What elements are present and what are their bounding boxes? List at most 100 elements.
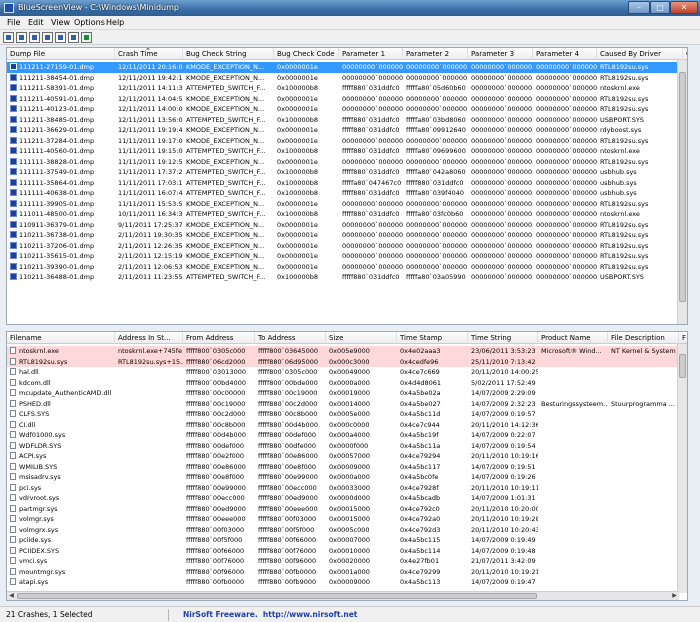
module-row[interactable]: ACPI.sys fffff880`00e2f000 fffff880`00e860… [7, 451, 687, 462]
modules-column-header[interactable]: F [679, 332, 687, 344]
module-row[interactable]: msisadrv.sys fffff880`00e8f000 fffff880`00… [7, 472, 687, 483]
crash-list-scrollbar[interactable] [677, 60, 687, 324]
title-bar[interactable]: BlueScreenView - C:\Windows\Minidump – □… [0, 0, 700, 16]
crashes-column-header[interactable]: Caused By Driver [597, 48, 683, 60]
scroll-right-icon[interactable]: ▶ [670, 592, 679, 600]
crash-row[interactable]: 111211-37284-01.dmp 11/11/2011 19:17:07 KM… [7, 136, 687, 147]
crash-row[interactable]: 111111-38828-01.dmp 11/11/2011 19:12:59 KM… [7, 157, 687, 168]
cell-text: 00000000`000000... [342, 199, 403, 208]
crash-row[interactable]: 111211-36629-01.dmp 12/11/2011 19:19:48 KM… [7, 125, 687, 136]
crash-row[interactable]: 111111-39905-01.dmp 11/11/2011 15:53:53 KM… [7, 199, 687, 210]
crash-row[interactable]: 111211-38485-01.dmp 12/11/2011 13:56:09 AT… [7, 115, 687, 126]
crash-cell: RTL8192su.sys [597, 262, 683, 273]
modules-column-header[interactable]: From Address [183, 332, 255, 344]
module-row[interactable]: CI.dll fffff880`00c8b000 fffff880`00d4b000… [7, 420, 687, 431]
crash-row[interactable]: 111111-40638-01.dmp 11/11/2011 16:07:40 AT… [7, 188, 687, 199]
crash-row[interactable]: 110211-37206-01.dmp 2/11/2011 12:26:35 KMO… [7, 241, 687, 252]
crash-row[interactable]: 111111-40560-01.dmp 11/11/2011 19:15:04 AT… [7, 146, 687, 157]
module-row[interactable]: pci.sys fffff880`00e99000 fffff880`00ecc00… [7, 483, 687, 494]
module-row[interactable]: mountmgr.sys fffff880`00f96000 fffff880`00… [7, 567, 687, 578]
module-row[interactable]: WMILIB.SYS fffff880`00e86000 fffff880`00e8… [7, 462, 687, 473]
module-row[interactable]: WDFLDR.SYS fffff880`00def000 fffff880`00df… [7, 441, 687, 452]
module-list[interactable]: Filename Address In St... From Address To A… [6, 331, 688, 601]
crash-row[interactable]: 111011-48500-01.dmp 10/11/2011 16:34:37 AT… [7, 209, 687, 220]
module-list-vscroll-thumb[interactable] [679, 354, 686, 378]
copy-icon[interactable] [42, 32, 53, 43]
crashes-column-header[interactable]: Parameter 3 [468, 48, 533, 60]
crash-list[interactable]: Dump File Crash Time ▲ Bug Check String Bug … [6, 47, 688, 325]
menu-edit[interactable]: Edit [28, 18, 44, 28]
nirsoft-link[interactable]: NirSoft Freeware. http://www.nirsoft.net [183, 610, 357, 620]
module-row[interactable]: CLFS.SYS fffff880`00c2d000 fffff880`00c8b0… [7, 409, 687, 420]
crashes-column-header[interactable]: Bug Check Code [274, 48, 339, 60]
module-row[interactable]: vmci.sys fffff880`00f76000 fffff880`00f960… [7, 556, 687, 567]
module-list-hscroll-thumb[interactable] [17, 593, 537, 599]
module-row[interactable]: PSHED.dll fffff880`00c19000 fffff880`00c2d… [7, 399, 687, 410]
module-row[interactable]: Wdf01000.sys fffff880`00d4b000 fffff880`00… [7, 430, 687, 441]
maximize-button[interactable]: □ [650, 1, 670, 14]
module-row[interactable]: partmgr.sys fffff880`00ed9000 fffff880`00e… [7, 504, 687, 515]
close-button[interactable]: ✕ [670, 1, 698, 14]
module-row[interactable]: vdrvroot.sys fffff880`00ecc000 fffff880`00… [7, 493, 687, 504]
module-row[interactable]: kdcom.dll fffff800`00bd4000 fffff800`00bde… [7, 378, 687, 389]
module-cell: 14/07/2009 0:19:49 [468, 535, 538, 546]
module-row[interactable]: RTL8192su.sys RTL8192su.sys+15... fffff880… [7, 356, 687, 368]
refresh-icon[interactable] [68, 32, 79, 43]
module-row[interactable]: mcupdate_AuthenticAMD.dll fffff880`00c000… [7, 388, 687, 399]
modules-column-header[interactable]: Time String [468, 332, 538, 344]
module-row[interactable]: atapi.sys fffff880`00fb0000 fffff880`00fb9… [7, 577, 687, 588]
module-cell [538, 388, 608, 399]
module-row[interactable]: volmgr.sys fffff880`00eee000 fffff880`00f0… [7, 514, 687, 525]
crash-list-scroll-thumb[interactable] [679, 72, 686, 302]
save-icon[interactable] [16, 32, 27, 43]
crash-row[interactable]: 111111-35864-01.dmp 11/11/2011 17:03:13 AT… [7, 178, 687, 189]
scroll-left-icon[interactable]: ◀ [7, 592, 16, 600]
menu-file[interactable]: File [7, 18, 20, 28]
module-row[interactable]: pciide.sys fffff880`00f5f000 fffff880`00f6… [7, 535, 687, 546]
crashes-column-header[interactable]: Parameter 2 [403, 48, 468, 60]
crash-row[interactable]: 110211-35615-01.dmp 2/11/2011 12:15:19 KMO… [7, 251, 687, 262]
module-cell [115, 514, 183, 525]
modules-column-header[interactable]: Filename [7, 332, 115, 344]
module-list-hscrollbar[interactable]: ◀ ▶ [7, 591, 679, 600]
crashes-column-header[interactable]: C [683, 48, 687, 60]
module-cell: 25/11/2010 7:13:42 [468, 357, 538, 368]
crash-row[interactable]: 111211-27159-01.dmp 12/11/2011 20:16:05 KM… [7, 62, 687, 73]
exit-icon[interactable] [81, 32, 92, 43]
module-row[interactable]: PCIIDEX.SYS fffff880`00f66000 fffff880`00f… [7, 546, 687, 557]
modules-column-header[interactable]: Product Name [538, 332, 608, 344]
crashes-column-header[interactable]: Dump File [7, 48, 115, 60]
crashes-column-header[interactable]: Parameter 1 [339, 48, 403, 60]
menu-view[interactable]: View [51, 18, 70, 28]
crash-row[interactable]: 111211-40123-01.dmp 12/11/2011 14:00:07 KM… [7, 104, 687, 115]
crashes-column-header[interactable]: Bug Check String [183, 48, 274, 60]
minimize-button[interactable]: – [628, 1, 650, 14]
html-report-icon[interactable] [29, 32, 40, 43]
module-row[interactable]: volmgrx.sys fffff880`00f03000 fffff880`00f… [7, 525, 687, 536]
module-row[interactable]: ntoskrnl.exe ntoskrnl.exe+745fe fffff800`0… [7, 346, 687, 357]
module-cell: fffff880`00e2f000 [183, 451, 255, 462]
crash-cell: 00000000`000000... [403, 104, 468, 115]
crash-row[interactable]: 110211-39390-01.dmp 2/11/2011 12:06:53 KMO… [7, 262, 687, 273]
find-icon[interactable] [55, 32, 66, 43]
modules-column-header[interactable]: Size [326, 332, 397, 344]
module-row[interactable]: hal.dll fffff800`03013000 fffff800`0305c00… [7, 367, 687, 378]
modules-column-header[interactable]: To Address [255, 332, 326, 344]
crash-row[interactable]: 110211-36488-01.dmp 2/11/2011 11:23:55 ATT… [7, 272, 687, 283]
crash-row[interactable]: 111211-40591-01.dmp 12/11/2011 14:04:54 KM… [7, 94, 687, 105]
menu-options[interactable]: Options [74, 18, 105, 28]
modules-column-header[interactable]: Address In St... [115, 332, 183, 344]
crash-cell: 111211-38454-01.dmp [7, 73, 115, 84]
crash-row[interactable]: 111211-38454-01.dmp 12/11/2011 19:42:11 KM… [7, 73, 687, 84]
crashes-column-header[interactable]: Parameter 4 [533, 48, 597, 60]
crash-row[interactable]: 110911-36379-01.dmp 9/11/2011 17:25:37 KMO… [7, 220, 687, 231]
modules-column-header[interactable]: File Description [608, 332, 679, 344]
module-list-vscrollbar[interactable] [677, 344, 687, 593]
menu-help[interactable]: Help [106, 18, 124, 28]
modules-column-header[interactable]: Time Stamp [397, 332, 468, 344]
crash-row[interactable]: 111211-58391-01.dmp 12/11/2011 14:11:39 AT… [7, 83, 687, 94]
crash-row[interactable]: 110211-36738-01.dmp 2/11/2011 19:30:35 KMO… [7, 230, 687, 241]
crash-cell: 0x100000b8 [274, 188, 339, 199]
crash-row[interactable]: 111111-37549-01.dmp 11/11/2011 17:37:29 AT… [7, 167, 687, 178]
properties-icon[interactable] [3, 32, 14, 43]
